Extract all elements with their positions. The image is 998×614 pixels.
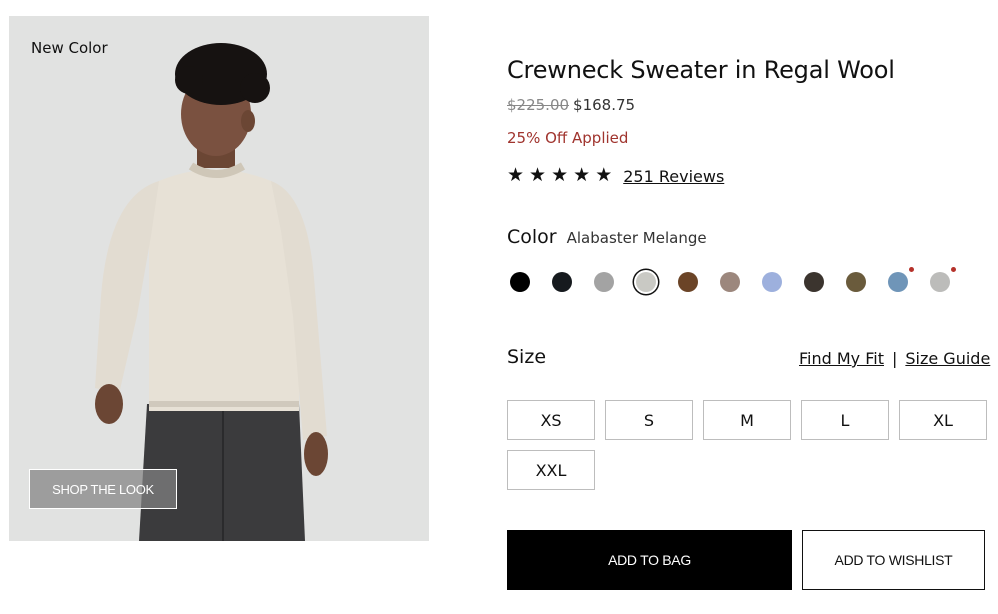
- color-swatch[interactable]: [804, 272, 824, 292]
- original-price: $225.00: [507, 96, 570, 114]
- color-label: Color: [507, 226, 557, 248]
- star-icon: ★: [529, 165, 547, 186]
- size-option-m[interactable]: M: [703, 400, 791, 440]
- find-my-fit-link[interactable]: Find My Fit: [799, 349, 884, 368]
- product-title: Crewneck Sweater in Regal Wool: [507, 56, 895, 84]
- selected-color-name: Alabaster Melange: [566, 229, 707, 247]
- color-swatch[interactable]: [762, 272, 782, 292]
- color-swatch[interactable]: [888, 267, 914, 292]
- color-swatches: [507, 267, 977, 297]
- star-icon: ★: [595, 165, 613, 186]
- star-rating: ★ ★ ★ ★ ★: [507, 166, 612, 186]
- color-swatch[interactable]: [720, 272, 740, 292]
- shop-the-look-button[interactable]: SHOP THE LOOK: [29, 469, 177, 509]
- color-swatch[interactable]: [678, 272, 698, 292]
- link-separator: |: [891, 349, 898, 368]
- size-option-xxl[interactable]: XXL: [507, 450, 595, 490]
- color-swatch[interactable]: [594, 272, 614, 292]
- size-links: Find My Fit | Size Guide: [799, 349, 990, 368]
- model-illustration: [95, 43, 328, 541]
- add-to-bag-button[interactable]: ADD TO BAG: [507, 530, 792, 590]
- reviews-link[interactable]: 251 Reviews: [623, 167, 724, 186]
- product-image[interactable]: New Color SHOP THE LOOK: [9, 16, 429, 541]
- color-swatch[interactable]: [636, 272, 656, 292]
- color-row: Color Alabaster Melange: [507, 226, 707, 248]
- sale-price: $168.75: [573, 96, 636, 114]
- star-icon: ★: [551, 165, 569, 186]
- size-label: Size: [507, 346, 547, 368]
- star-icon: ★: [507, 165, 525, 186]
- color-swatch[interactable]: [846, 272, 866, 292]
- size-guide-link[interactable]: Size Guide: [905, 349, 990, 368]
- color-swatch[interactable]: [930, 267, 956, 292]
- size-option-xs[interactable]: XS: [507, 400, 595, 440]
- new-color-badge: New Color: [31, 39, 108, 57]
- rating-row: ★ ★ ★ ★ ★ 251 Reviews: [507, 166, 724, 186]
- discount-text: 25% Off Applied: [507, 129, 629, 147]
- new-indicator-dot: [951, 267, 956, 272]
- new-indicator-dot: [909, 267, 914, 272]
- add-to-wishlist-button[interactable]: ADD TO WISHLIST: [802, 530, 985, 590]
- price-row: $225.00 $168.75: [507, 96, 635, 114]
- color-swatch[interactable]: [552, 272, 572, 292]
- size-option-xl[interactable]: XL: [899, 400, 987, 440]
- size-option-s[interactable]: S: [605, 400, 693, 440]
- star-icon: ★: [573, 165, 591, 186]
- size-option-l[interactable]: L: [801, 400, 889, 440]
- color-swatch[interactable]: [510, 272, 530, 292]
